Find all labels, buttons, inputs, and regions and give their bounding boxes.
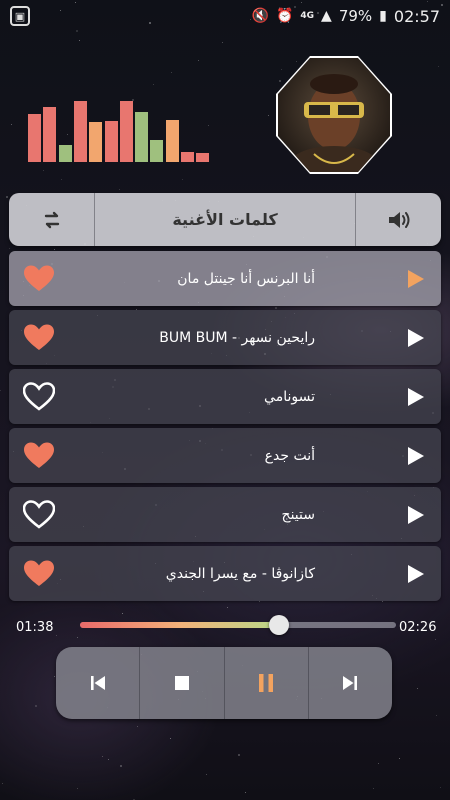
mute-icon: 🔇 [251, 8, 269, 24]
equalizer-bar [150, 140, 164, 162]
heart-icon[interactable] [23, 382, 55, 411]
song-row[interactable]: تسونامي [9, 369, 441, 424]
song-title: كازانوڤا - مع يسرا الجندي [165, 565, 315, 582]
play-icon[interactable] [407, 564, 425, 584]
stop-icon [174, 676, 189, 690]
song-title: رايحين نسهر - BUM BUM [159, 329, 315, 346]
alarm-icon: ⏰ [275, 8, 294, 24]
gallery-notification-icon: ▣ [10, 6, 30, 26]
elapsed-time: 01:38 [16, 620, 54, 635]
seek-handle[interactable] [269, 615, 290, 635]
song-title: أنا البرنس أنا جينتل مان [177, 270, 315, 287]
song-title: تسونامي [264, 388, 315, 405]
clock: 02:57 [393, 6, 440, 26]
seek-bar[interactable] [80, 615, 396, 635]
signal-icon: ▲ [321, 8, 332, 24]
heart-icon[interactable] [23, 500, 55, 529]
battery-text: 79% [338, 7, 373, 25]
playback-controls [56, 647, 392, 719]
song-row[interactable]: كازانوڤا - مع يسرا الجندي [9, 546, 441, 601]
song-row[interactable]: أنت جدع [9, 428, 441, 483]
equalizer-bar [135, 112, 149, 162]
equalizer-bar [119, 101, 133, 162]
play-icon[interactable] [407, 269, 425, 289]
heart-icon[interactable] [23, 264, 55, 293]
play-icon[interactable] [407, 387, 425, 407]
next-button[interactable] [309, 647, 392, 719]
page-title: كلمات الأغنية [172, 210, 278, 229]
song-title: ستينج [281, 506, 315, 523]
equalizer-bar [28, 114, 41, 162]
play-icon[interactable] [407, 446, 425, 466]
status-bar: ▣ 🔇 ⏰ 4G ▲ 79% ▮ 02:57 [0, 0, 450, 32]
heart-icon[interactable] [23, 559, 55, 588]
song-list: أنا البرنس أنا جينتل مان رايحين نسهر - B… [9, 251, 441, 605]
previous-icon [90, 676, 105, 690]
seek-bar-fill [80, 622, 280, 628]
previous-button[interactable] [56, 647, 141, 719]
equalizer-bar [89, 122, 103, 162]
repeat-button[interactable] [9, 193, 95, 246]
song-row[interactable]: أنا البرنس أنا جينتل مان [9, 251, 441, 306]
volume-button[interactable] [355, 193, 441, 246]
heart-icon[interactable] [23, 323, 55, 352]
equalizer-visualizer [28, 96, 218, 162]
equalizer-bar [58, 145, 72, 162]
header-bar: كلمات الأغنية [9, 193, 441, 246]
equalizer-bar [181, 152, 194, 162]
heart-icon[interactable] [23, 441, 55, 470]
volume-icon [388, 211, 409, 228]
repeat-icon [44, 211, 59, 228]
play-icon[interactable] [407, 505, 425, 525]
battery-icon: ▮ [379, 8, 387, 24]
equalizer-bar [73, 101, 87, 162]
network-label: 4G [300, 10, 315, 21]
song-title: أنت جدع [264, 447, 315, 464]
next-icon [343, 676, 358, 690]
total-time: 02:26 [399, 620, 437, 635]
artist-avatar [276, 56, 392, 174]
equalizer-bar [196, 153, 210, 162]
stop-button[interactable] [140, 647, 225, 719]
equalizer-bar [104, 121, 118, 162]
pause-icon [259, 674, 274, 692]
song-row[interactable]: رايحين نسهر - BUM BUM [9, 310, 441, 365]
equalizer-bar [165, 120, 179, 162]
play-icon[interactable] [407, 328, 425, 348]
pause-button[interactable] [225, 647, 309, 719]
song-row[interactable]: ستينج [9, 487, 441, 542]
equalizer-bar [43, 107, 57, 162]
